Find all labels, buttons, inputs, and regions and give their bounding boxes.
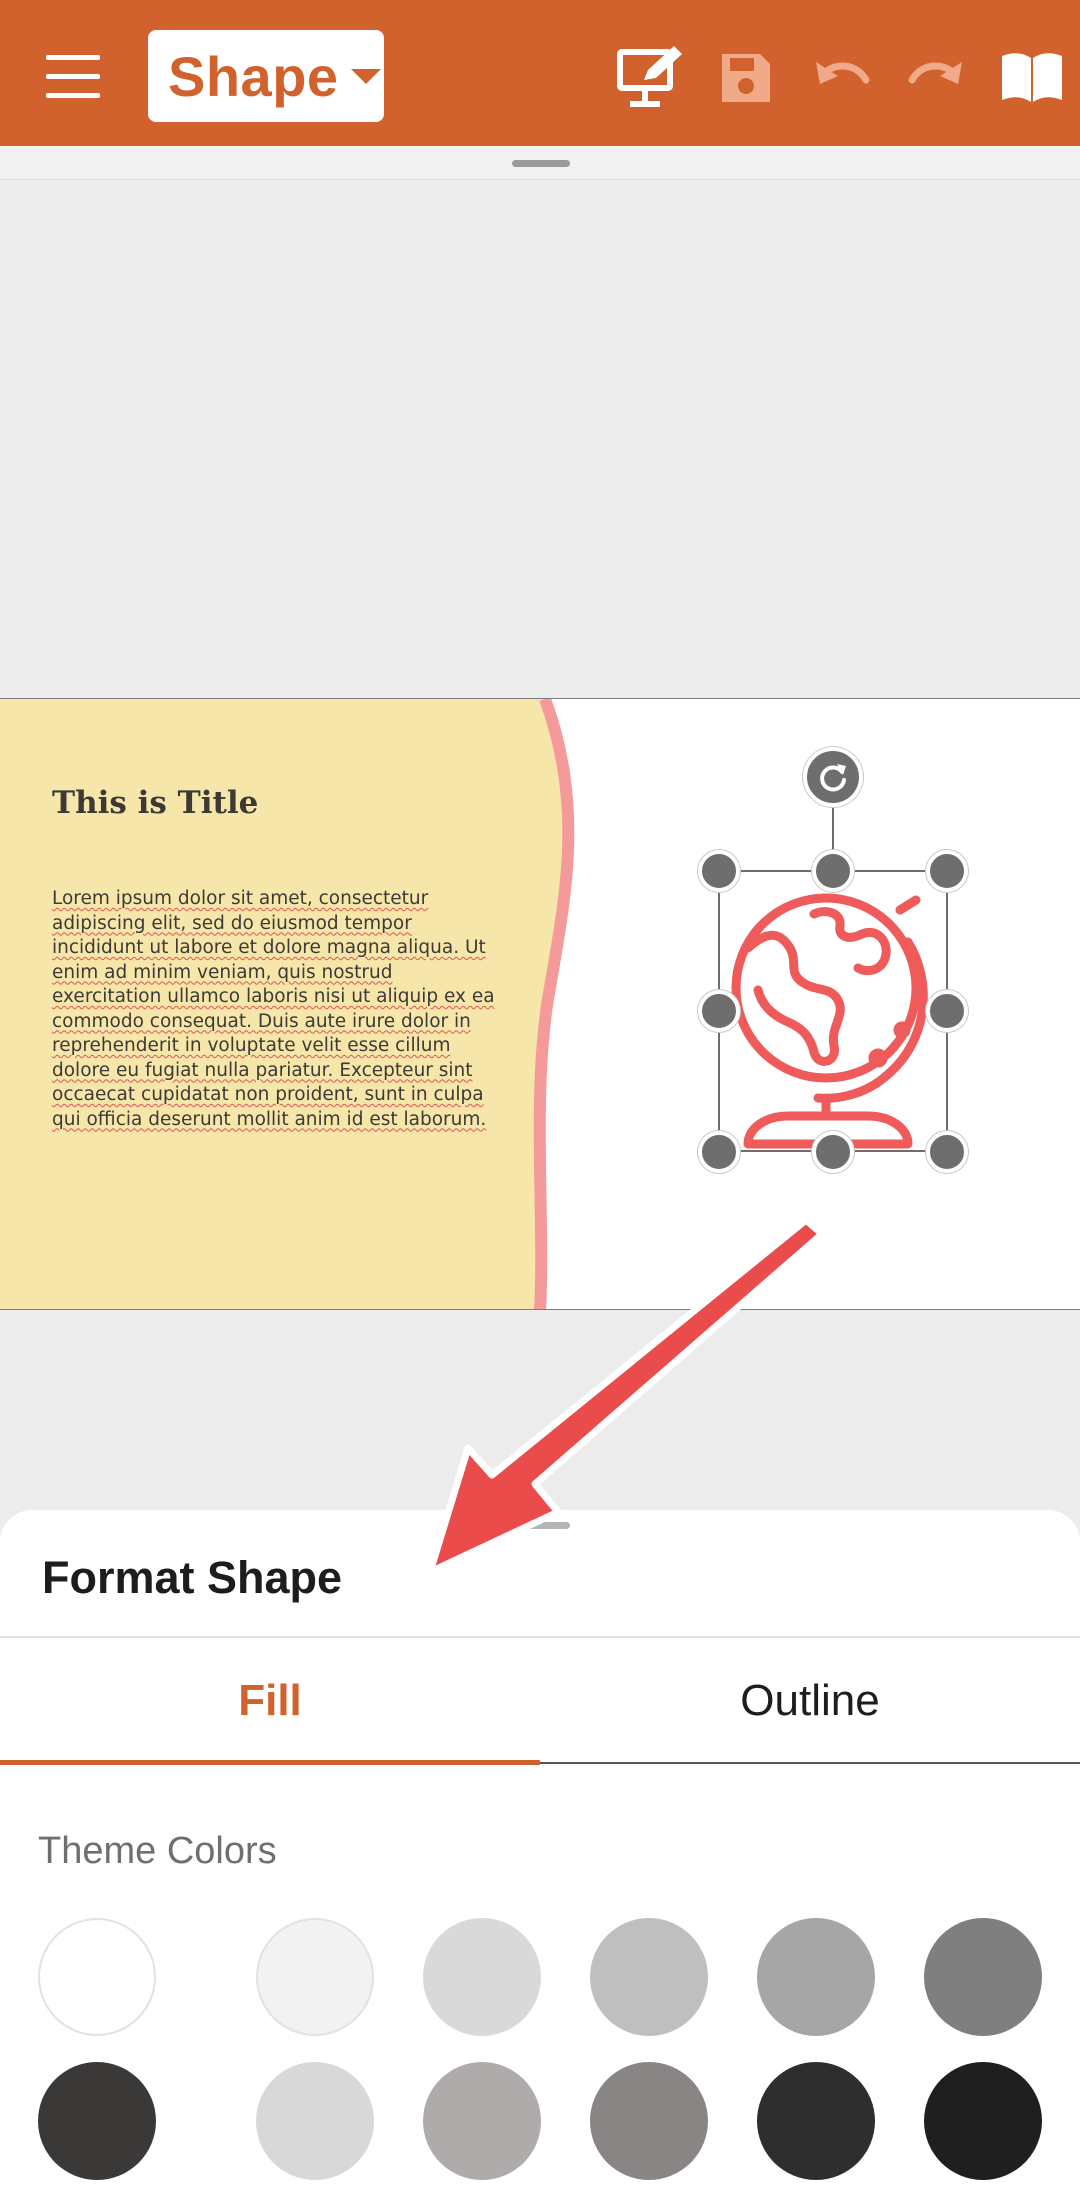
sheet-title: Format Shape xyxy=(42,1552,343,1603)
body-line: exercitation ullamco laboris nisi ut ali… xyxy=(52,986,495,1007)
top-toolbar: Shape xyxy=(0,0,1080,146)
resize-handle-top-left[interactable] xyxy=(698,850,740,892)
undo-icon[interactable] xyxy=(806,42,878,114)
rotate-icon[interactable] xyxy=(803,747,863,807)
body-line: Lorem ipsum dolor sit amet, consectetur xyxy=(52,888,429,909)
slide-body-text[interactable]: Lorem ipsum dolor sit amet, consectetur … xyxy=(52,887,495,1132)
tab-divider xyxy=(540,1762,1080,1764)
resize-handle-bottom[interactable] xyxy=(812,1131,854,1173)
color-swatch[interactable] xyxy=(256,2062,374,2180)
resize-handle-bottom-left[interactable] xyxy=(698,1131,740,1173)
color-swatch[interactable] xyxy=(590,2062,708,2180)
presentation-edit-icon[interactable] xyxy=(614,42,686,114)
drag-grip xyxy=(512,160,570,167)
active-tab-indicator xyxy=(0,1760,540,1765)
color-swatch[interactable] xyxy=(924,1918,1042,2036)
save-icon[interactable] xyxy=(710,42,782,114)
color-swatch[interactable] xyxy=(38,2062,156,2180)
body-line: reprehenderit in voluptate velit esse ci… xyxy=(52,1035,451,1056)
format-shape-sheet: Format Shape Fill Outline Theme Colors xyxy=(0,1510,1080,2192)
section-label-theme-colors: Theme Colors xyxy=(38,1830,277,1872)
shape-selection-box xyxy=(718,870,948,1152)
resize-handle-right[interactable] xyxy=(926,990,968,1032)
body-line: adipiscing elit, sed do eiusmod tempor xyxy=(52,912,412,934)
body-line: qui officia deserunt mollit anim id est … xyxy=(52,1108,487,1130)
tab-fill[interactable]: Fill xyxy=(0,1638,540,1764)
resize-handle-bottom-right[interactable] xyxy=(926,1131,968,1173)
body-line: occaecat cupidatat non proident, sunt in… xyxy=(52,1084,484,1105)
color-swatch[interactable] xyxy=(38,1918,156,2036)
slide-title[interactable]: This is Title xyxy=(52,785,258,821)
mode-dropdown-label: Shape xyxy=(168,44,339,108)
tab-outline[interactable]: Outline xyxy=(540,1638,1080,1764)
color-swatch[interactable] xyxy=(757,2062,875,2180)
sheet-drag-grip[interactable] xyxy=(512,1522,570,1529)
book-icon[interactable] xyxy=(996,42,1068,114)
color-swatch[interactable] xyxy=(256,1918,374,2036)
color-swatch[interactable] xyxy=(757,1918,875,2036)
mode-dropdown[interactable]: Shape xyxy=(148,30,384,122)
chevron-down-icon xyxy=(350,68,381,84)
redo-icon[interactable] xyxy=(900,42,972,114)
menu-icon[interactable] xyxy=(30,40,116,112)
body-line: enim ad minim veniam, quis nostrud xyxy=(52,961,393,983)
panel-resize-handle[interactable] xyxy=(0,146,1080,180)
color-swatch[interactable] xyxy=(423,1918,541,2036)
resize-handle-top[interactable] xyxy=(812,850,854,892)
resize-handle-top-right[interactable] xyxy=(926,850,968,892)
color-swatch[interactable] xyxy=(423,2062,541,2180)
color-swatch[interactable] xyxy=(924,2062,1042,2180)
body-line: incididunt ut labore et dolore magna ali… xyxy=(52,937,486,958)
resize-handle-left[interactable] xyxy=(698,990,740,1032)
body-line: dolore eu fugiat nulla pariatur. Excepte… xyxy=(52,1059,473,1081)
color-swatch[interactable] xyxy=(590,1918,708,2036)
body-line: commodo consequat. Duis aute irure dolor… xyxy=(52,1010,471,1032)
